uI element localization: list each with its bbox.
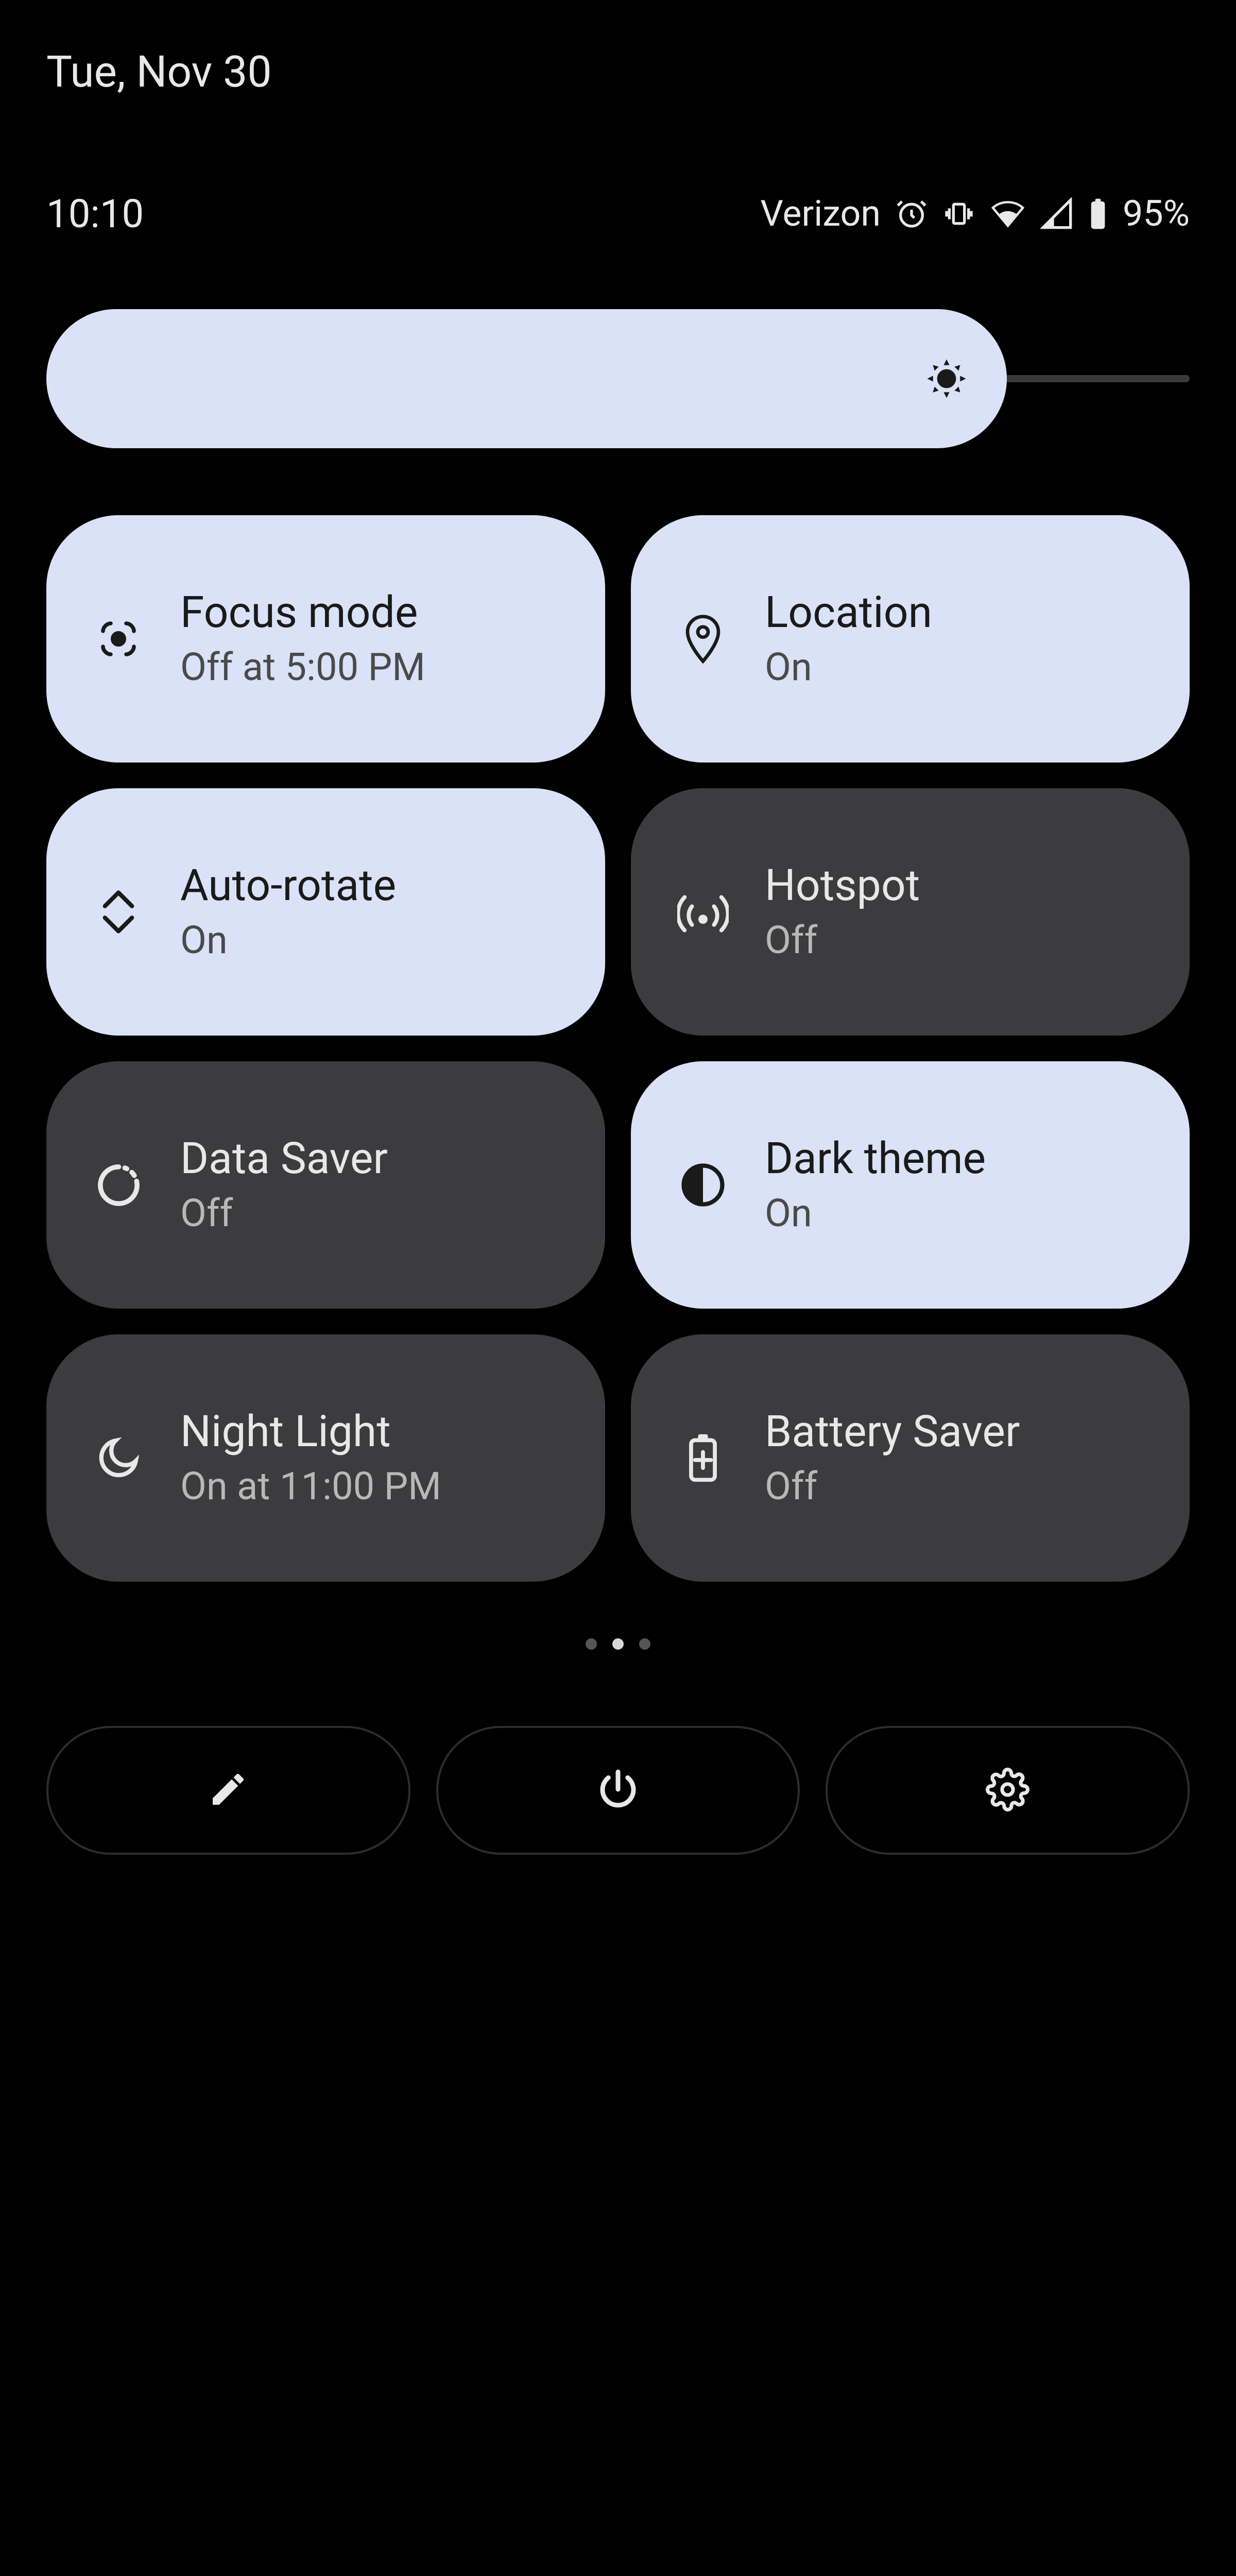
- brightness-icon: [921, 353, 972, 404]
- brightness-fill: [46, 309, 1007, 448]
- brightness-slider-row: [46, 309, 1190, 448]
- footer-actions: [46, 1726, 1190, 1855]
- brightness-slider[interactable]: [46, 309, 1190, 448]
- tile-auto-rotate[interactable]: Auto-rotate On: [46, 788, 605, 1036]
- status-bar: 10:10 Verizon 95%: [46, 191, 1190, 237]
- tile-data-saver[interactable]: Data Saver Off: [46, 1061, 605, 1309]
- page-dot[interactable]: [612, 1638, 624, 1650]
- tile-subtitle: Off: [765, 918, 920, 963]
- tile-title: Dark theme: [765, 1134, 986, 1184]
- tile-title: Hotspot: [765, 861, 920, 911]
- tile-subtitle: Off at 5:00 PM: [180, 645, 425, 690]
- tile-focus-mode[interactable]: Focus mode Off at 5:00 PM: [46, 515, 605, 762]
- tile-title: Auto-rotate: [180, 861, 396, 911]
- power-button[interactable]: [436, 1726, 800, 1855]
- tile-title: Night Light: [180, 1407, 441, 1457]
- rotate-icon: [93, 886, 144, 938]
- carrier-label: Verizon: [760, 193, 881, 235]
- tile-subtitle: Off: [765, 1464, 1020, 1509]
- tile-title: Battery Saver: [765, 1407, 1020, 1457]
- page-dot[interactable]: [586, 1638, 597, 1650]
- location-pin-icon: [677, 613, 729, 665]
- page-dot[interactable]: [639, 1638, 650, 1650]
- focus-icon: [93, 613, 144, 665]
- dark-theme-icon: [677, 1159, 729, 1211]
- vibrate-icon: [942, 197, 975, 230]
- alarm-icon: [895, 197, 928, 230]
- battery-icon: [1088, 197, 1108, 230]
- edit-button[interactable]: [46, 1726, 410, 1855]
- battery-percent: 95%: [1123, 193, 1190, 235]
- cellular-icon: [1040, 197, 1073, 230]
- time-label: 10:10: [46, 191, 144, 237]
- tile-dark-theme[interactable]: Dark theme On: [631, 1061, 1190, 1309]
- quick-settings-tiles: Focus mode Off at 5:00 PM Location On Au…: [46, 515, 1190, 1582]
- status-icons: Verizon 95%: [760, 193, 1190, 235]
- tile-night-light[interactable]: Night Light On at 11:00 PM: [46, 1334, 605, 1582]
- tile-subtitle: On: [765, 1191, 986, 1236]
- tile-location[interactable]: Location On: [631, 515, 1190, 762]
- tile-title: Focus mode: [180, 588, 425, 638]
- tile-subtitle: Off: [180, 1191, 388, 1236]
- pagination-dots: [586, 1638, 650, 1650]
- pencil-icon: [208, 1769, 249, 1812]
- hotspot-icon: [677, 886, 729, 938]
- tile-battery-saver[interactable]: Battery Saver Off: [631, 1334, 1190, 1582]
- date-label: Tue, Nov 30: [46, 46, 272, 97]
- wifi-icon: [990, 196, 1026, 232]
- tile-title: Location: [765, 588, 932, 638]
- tile-title: Data Saver: [180, 1134, 388, 1184]
- tile-hotspot[interactable]: Hotspot Off: [631, 788, 1190, 1036]
- moon-icon: [93, 1432, 144, 1484]
- gear-icon: [986, 1768, 1029, 1814]
- data-saver-icon: [93, 1159, 144, 1211]
- settings-button[interactable]: [826, 1726, 1190, 1855]
- tile-subtitle: On: [765, 645, 932, 690]
- tile-subtitle: On: [180, 918, 396, 963]
- power-icon: [595, 1766, 641, 1815]
- battery-plus-icon: [677, 1432, 729, 1484]
- tile-subtitle: On at 11:00 PM: [180, 1464, 441, 1509]
